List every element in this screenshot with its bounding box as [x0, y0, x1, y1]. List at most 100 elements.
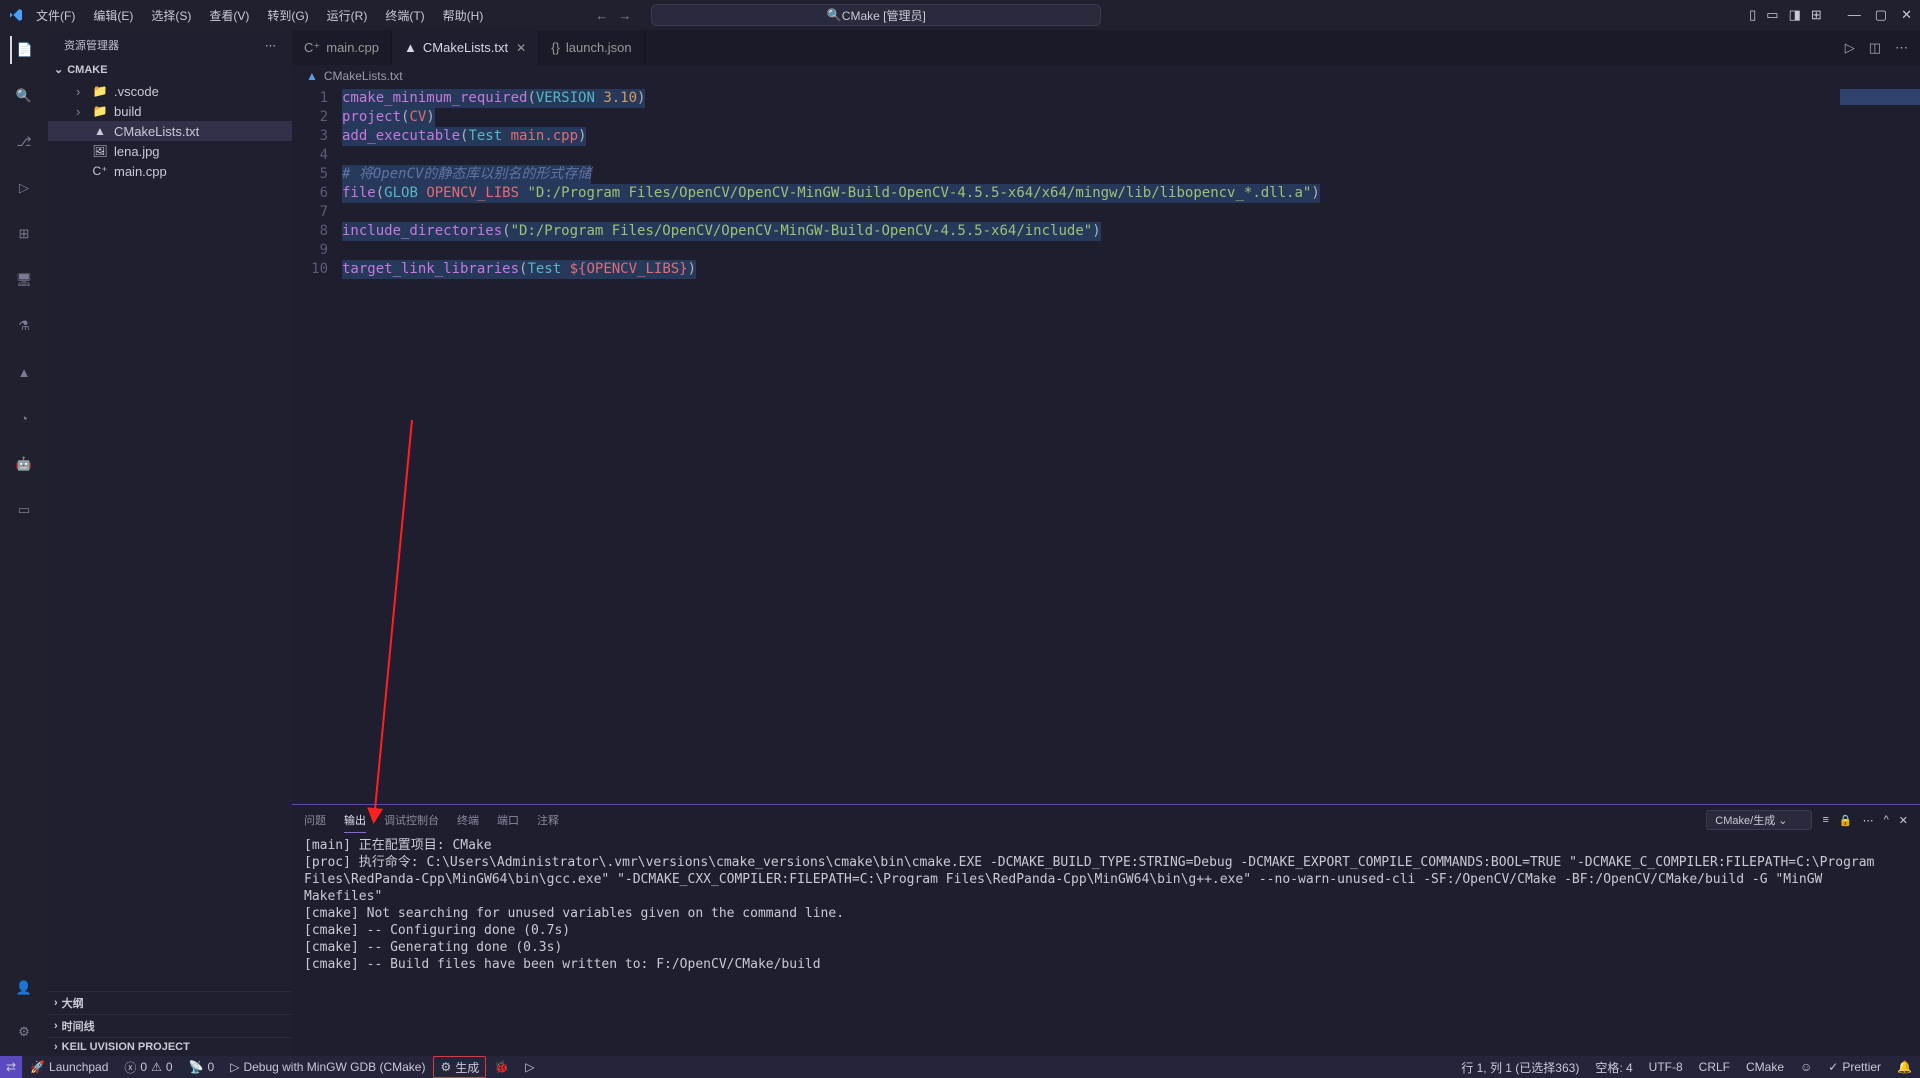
- panel-tab-1[interactable]: 输出: [344, 808, 366, 833]
- sb-language[interactable]: CMake: [1738, 1056, 1792, 1078]
- layout-customize-icon[interactable]: ⊞: [1811, 7, 1822, 23]
- titlebar: 文件(F) 编辑(E) 选择(S) 查看(V) 转到(G) 运行(R) 终端(T…: [0, 0, 1920, 30]
- panel-more-icon[interactable]: ⋯: [1863, 814, 1874, 827]
- split-editor-icon[interactable]: ◫: [1869, 40, 1881, 56]
- sb-eol[interactable]: CRLF: [1691, 1056, 1738, 1078]
- activity-layout-icon[interactable]: ▭: [10, 496, 38, 524]
- activity-scm-icon[interactable]: ⎇: [10, 128, 38, 156]
- sb-build-button[interactable]: ⚙ 生成: [433, 1056, 486, 1078]
- menu-run[interactable]: 运行(R): [321, 5, 374, 26]
- output-channel-select[interactable]: CMake/生成 ⌄: [1706, 810, 1812, 830]
- activity-robot-icon[interactable]: 🤖: [10, 450, 38, 478]
- window-maximize-icon[interactable]: ▢: [1875, 7, 1887, 23]
- toggle-panel-icon[interactable]: ▭: [1766, 7, 1778, 23]
- window-close-icon[interactable]: ✕: [1901, 7, 1912, 23]
- editor-area: C⁺main.cpp▲CMakeLists.txt✕{}launch.json …: [292, 30, 1920, 1056]
- more-actions-icon[interactable]: ⋯: [1895, 40, 1908, 56]
- sb-cursor-position[interactable]: 行 1, 列 1 (已选择363): [1453, 1056, 1587, 1078]
- editor-tabs: C⁺main.cpp▲CMakeLists.txt✕{}launch.json …: [292, 30, 1920, 65]
- sb-debug-icon[interactable]: 🐞: [486, 1056, 517, 1078]
- sidebar-timeline[interactable]: › 时间线: [48, 1014, 292, 1037]
- activity-testing-icon[interactable]: ⚗: [10, 312, 38, 340]
- tree-item--vscode[interactable]: ›📁.vscode: [48, 81, 292, 101]
- code-editor[interactable]: 12345678910 cmake_minimum_required(VERSI…: [292, 87, 1920, 804]
- tree-item-main-cpp[interactable]: C⁺main.cpp: [48, 161, 292, 181]
- panel-close-icon[interactable]: ✕: [1899, 814, 1908, 827]
- tree-item-CMakeLists-txt[interactable]: ▲CMakeLists.txt: [48, 121, 292, 141]
- activity-timer-icon[interactable]: ◔: [10, 404, 38, 432]
- image-icon: 🖼: [92, 143, 108, 159]
- sb-run-icon[interactable]: ▷: [517, 1056, 542, 1078]
- sidebar-keil[interactable]: › KEIL UVISION PROJECT: [48, 1037, 292, 1056]
- tab-label: main.cpp: [326, 40, 379, 55]
- activity-extensions-icon[interactable]: ⊞: [10, 220, 38, 248]
- sb-prettier[interactable]: ✓ Prettier: [1820, 1056, 1889, 1078]
- run-icon[interactable]: ▷: [1845, 40, 1855, 56]
- minimap[interactable]: [1840, 87, 1920, 804]
- sb-problems[interactable]: ⓧ 0 ⚠ 0: [116, 1056, 180, 1078]
- activity-debug-icon[interactable]: ▷: [10, 174, 38, 202]
- lock-scroll-icon[interactable]: 🔒: [1839, 814, 1853, 827]
- tab-launch-json[interactable]: {}launch.json: [539, 30, 644, 65]
- menu-selection[interactable]: 选择(S): [145, 5, 197, 26]
- menu-terminal[interactable]: 终端(T): [379, 5, 430, 26]
- toggle-secondary-sidebar-icon[interactable]: ◨: [1789, 7, 1801, 23]
- menu-goto[interactable]: 转到(G): [261, 5, 314, 26]
- menu-file[interactable]: 文件(F): [30, 5, 81, 26]
- output-body[interactable]: [main] 正在配置项目: CMake [proc] 执行命令: C:\Use…: [292, 835, 1920, 1056]
- file-tree: › 📁 .vscode ›📁build▲CMakeLists.txt 🖼 lena.jpg…: [48, 79, 292, 183]
- sb-indentation[interactable]: 空格: 4: [1587, 1056, 1640, 1078]
- activity-settings-icon[interactable]: ⚙: [10, 1018, 38, 1046]
- tab-label: CMakeLists.txt: [423, 40, 508, 55]
- sidebar-project-header[interactable]: ⌄ CMAKE: [48, 60, 292, 79]
- tab-main-cpp[interactable]: C⁺ main.cpp: [292, 30, 392, 65]
- cpp-icon: C⁺: [304, 40, 320, 56]
- sb-ports[interactable]: 📡 0: [181, 1056, 223, 1078]
- close-icon[interactable]: ✕: [516, 41, 526, 55]
- breadcrumb[interactable]: ▲ CMakeLists.txt: [292, 65, 1920, 87]
- sb-debug-kit[interactable]: ▷ Debug with MinGW GDB (CMake): [222, 1056, 433, 1078]
- cpp-icon: C⁺: [92, 163, 108, 179]
- menu-edit[interactable]: 编辑(E): [87, 5, 139, 26]
- panel-tab-0[interactable]: 问题: [304, 808, 326, 832]
- chevron-right-icon: ›: [76, 104, 86, 119]
- chevron-down-icon: ⌄: [54, 63, 63, 76]
- activity-search-icon[interactable]: 🔍: [10, 82, 38, 110]
- panel-maximize-icon[interactable]: ^: [1884, 814, 1889, 826]
- sb-notifications-icon[interactable]: 🔔: [1889, 1056, 1920, 1078]
- command-center[interactable]: 🔍 CMake [管理员]: [651, 4, 1101, 26]
- toggle-primary-sidebar-icon[interactable]: ▯: [1749, 7, 1756, 23]
- minimap-viewport[interactable]: [1840, 89, 1920, 105]
- panel-tab-5[interactable]: 注释: [537, 808, 559, 832]
- sb-feedback-icon[interactable]: ☺: [1792, 1056, 1820, 1078]
- activity-explorer-icon[interactable]: 📄: [10, 36, 38, 64]
- tree-item-label: .vscode: [114, 84, 159, 99]
- folder-icon: 📁: [92, 83, 108, 99]
- sb-launchpad[interactable]: 🚀 Launchpad: [22, 1056, 116, 1078]
- cmake-icon: ▲: [92, 123, 108, 139]
- menu-help[interactable]: 帮助(H): [437, 5, 490, 26]
- menu-view[interactable]: 查看(V): [203, 5, 255, 26]
- nav-forward-icon[interactable]: →: [618, 8, 631, 23]
- filter-icon[interactable]: ≡: [1822, 814, 1828, 826]
- sidebar-more-icon[interactable]: ⋯: [265, 39, 276, 52]
- panel-tab-3[interactable]: 终端: [457, 808, 479, 832]
- search-label: CMake [管理员]: [842, 7, 926, 24]
- activity-remote-icon[interactable]: 🖥: [10, 266, 38, 294]
- tree-item-lena-jpg[interactable]: 🖼 lena.jpg: [48, 141, 292, 161]
- nav-back-icon[interactable]: ←: [595, 8, 608, 23]
- activity-account-icon[interactable]: 👤: [10, 974, 38, 1002]
- window-minimize-icon[interactable]: —: [1848, 7, 1861, 23]
- cmake-icon: ▲: [404, 40, 417, 55]
- tab-CMakeLists-txt[interactable]: ▲ CMakeLists.txt ✕: [392, 30, 539, 65]
- remote-indicator[interactable]: ⇄: [0, 1056, 22, 1078]
- sidebar-outline[interactable]: › 大纲: [48, 991, 292, 1014]
- tree-item-label: lena.jpg: [114, 144, 160, 159]
- code-content[interactable]: cmake_minimum_required(VERSION 3.10)proj…: [342, 87, 1920, 804]
- activity-cmake-icon[interactable]: ▲: [10, 358, 38, 386]
- tree-item-build[interactable]: ›📁build: [48, 101, 292, 121]
- tab-label: launch.json: [566, 40, 632, 55]
- panel-tab-2[interactable]: 调试控制台: [384, 808, 439, 832]
- panel-tab-4[interactable]: 端口: [497, 808, 519, 832]
- sb-encoding[interactable]: UTF-8: [1641, 1056, 1691, 1078]
